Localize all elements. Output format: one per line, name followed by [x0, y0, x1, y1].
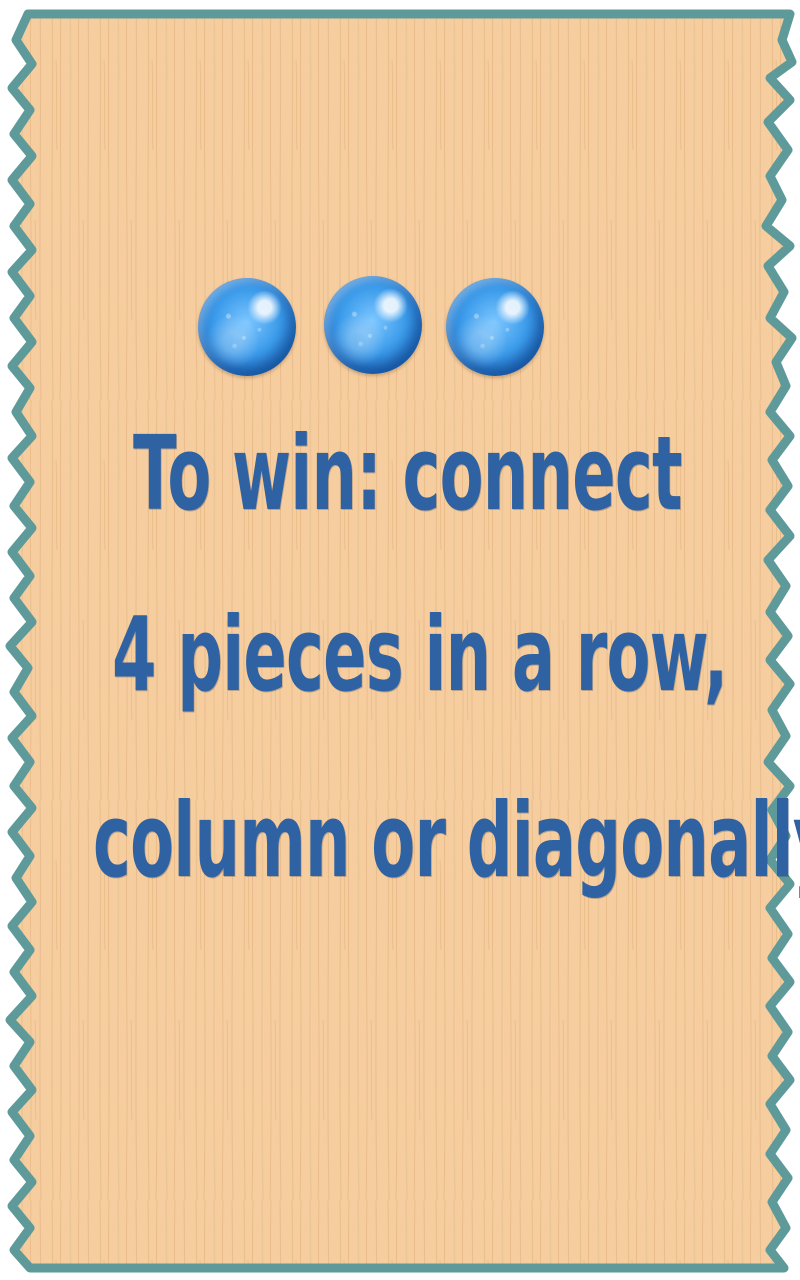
rules-screen: To win: connect 4 pieces in a row, colum… — [0, 0, 800, 1280]
instruction-line-1: To win: connect — [133, 415, 683, 534]
instruction-line-2: 4 pieces in a row, — [112, 596, 728, 715]
instruction-line-3: column or diagonally — [93, 782, 800, 901]
win-instructions: To win: connect 4 pieces in a row, colum… — [0, 0, 800, 1280]
